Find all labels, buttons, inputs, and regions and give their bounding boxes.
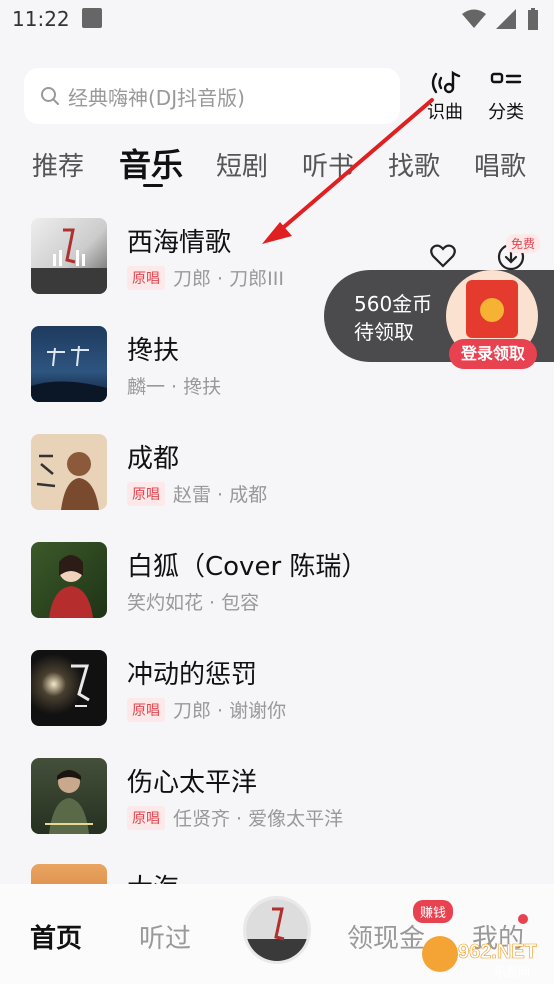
album-cover [31, 434, 107, 510]
search-placeholder: 经典嗨神(DJ抖音版) [68, 85, 245, 110]
notification-icon [82, 8, 102, 28]
identify-song-label: 识曲 [427, 102, 463, 123]
nav-history[interactable]: 听过 [139, 918, 191, 955]
tab-sing[interactable]: 唱歌 [474, 146, 526, 183]
tab-short-drama[interactable]: 短剧 [216, 146, 268, 183]
notification-dot [518, 914, 528, 924]
song-artist-album: 麟一 · 搀扶 [127, 376, 222, 398]
login-claim-button[interactable]: 登录领取 [449, 339, 537, 369]
identify-song-icon [431, 70, 461, 94]
now-playing-disc[interactable] [243, 896, 311, 964]
song-meta: 麟一 · 搀扶 [127, 372, 221, 399]
song-title: 搀扶 [127, 336, 180, 366]
original-badge: 原唱 [127, 805, 165, 830]
album-art-icon [36, 452, 99, 510]
coin-status: 待领取 [354, 320, 414, 344]
nav-cash[interactable]: 领现金 [347, 918, 425, 955]
tab-audiobook[interactable]: 听书 [302, 146, 354, 183]
envelope-seal-icon [480, 298, 504, 322]
original-badge: 原唱 [127, 697, 165, 722]
category-button[interactable]: 分类 [484, 70, 528, 124]
site-watermark: 962.NET 乐游网 [422, 936, 537, 979]
coin-reward-text: 560金币 待领取 [354, 290, 432, 346]
signal-icon [496, 9, 516, 29]
now-playing-album-icon [246, 899, 308, 961]
active-tab-indicator [143, 184, 163, 187]
search-input[interactable]: 经典嗨神(DJ抖音版) [24, 68, 400, 124]
status-bar: 11:22 [0, 0, 554, 38]
song-row[interactable]: 成都 原唱 赵雷 · 成都 [0, 434, 554, 534]
album-cover [31, 218, 107, 294]
song-meta: 原唱 刀郎 · 刀郎III [127, 264, 284, 291]
song-meta: 原唱 任贤齐 · 爱像太平洋 [127, 804, 343, 831]
category-tabs: 推荐 音乐 短剧 听书 找歌 唱歌 [0, 140, 554, 190]
song-title: 白狐（Cover 陈瑞） [127, 552, 368, 582]
heart-icon[interactable] [430, 244, 456, 268]
watermark-subtext: 乐游网 [494, 965, 530, 979]
original-badge: 原唱 [127, 481, 165, 506]
song-artist-album: 任贤齐 · 爱像太平洋 [173, 808, 344, 830]
song-title: 冲动的惩罚 [127, 660, 258, 690]
tab-music[interactable]: 音乐 [119, 140, 183, 186]
coin-amount: 560金币 [354, 292, 433, 316]
song-artist-album: 笑灼如花 · 包容 [127, 592, 260, 614]
status-icons [462, 8, 540, 30]
status-time: 11:22 [12, 7, 70, 31]
original-badge: 原唱 [127, 265, 165, 290]
album-cover [31, 326, 107, 402]
song-artist-album: 刀郎 · 刀郎III [173, 268, 284, 290]
tab-recommend[interactable]: 推荐 [32, 146, 84, 183]
wifi-icon [462, 9, 486, 28]
album-art-icon [31, 228, 107, 294]
album-art-icon [49, 555, 93, 618]
watermark-text: 962.NET [458, 941, 537, 963]
album-cover [31, 542, 107, 618]
song-title: 西海情歌 [127, 228, 232, 258]
identify-song-button[interactable]: 识曲 [423, 70, 467, 124]
tab-find-song[interactable]: 找歌 [388, 146, 440, 183]
song-meta: 原唱 刀郎 · 谢谢你 [127, 696, 286, 723]
song-title: 成都 [127, 444, 180, 474]
search-icon [41, 87, 59, 105]
nav-home[interactable]: 首页 [30, 918, 82, 955]
song-artist-album: 赵雷 · 成都 [173, 484, 268, 506]
song-row[interactable]: 白狐（Cover 陈瑞） 笑灼如花 · 包容 [0, 542, 554, 642]
song-row[interactable]: 冲动的惩罚 原唱 刀郎 · 谢谢你 [0, 650, 554, 750]
album-cover [31, 650, 107, 726]
album-cover [31, 758, 107, 834]
category-label: 分类 [488, 102, 524, 123]
album-art-icon [71, 664, 90, 707]
song-row[interactable]: 伤心太平洋 原唱 任贤齐 · 爱像太平洋 [0, 758, 554, 858]
album-art-icon [45, 770, 93, 834]
song-title: 伤心太平洋 [127, 768, 258, 798]
song-meta: 笑灼如花 · 包容 [127, 588, 259, 615]
song-meta: 原唱 赵雷 · 成都 [127, 480, 267, 507]
free-tag: 免费 [506, 234, 541, 253]
earn-badge: 赚钱 [413, 900, 454, 923]
album-art-icon [31, 345, 107, 402]
category-icon [490, 72, 522, 84]
battery-icon [528, 8, 538, 30]
song-artist-album: 刀郎 · 谢谢你 [173, 700, 287, 722]
